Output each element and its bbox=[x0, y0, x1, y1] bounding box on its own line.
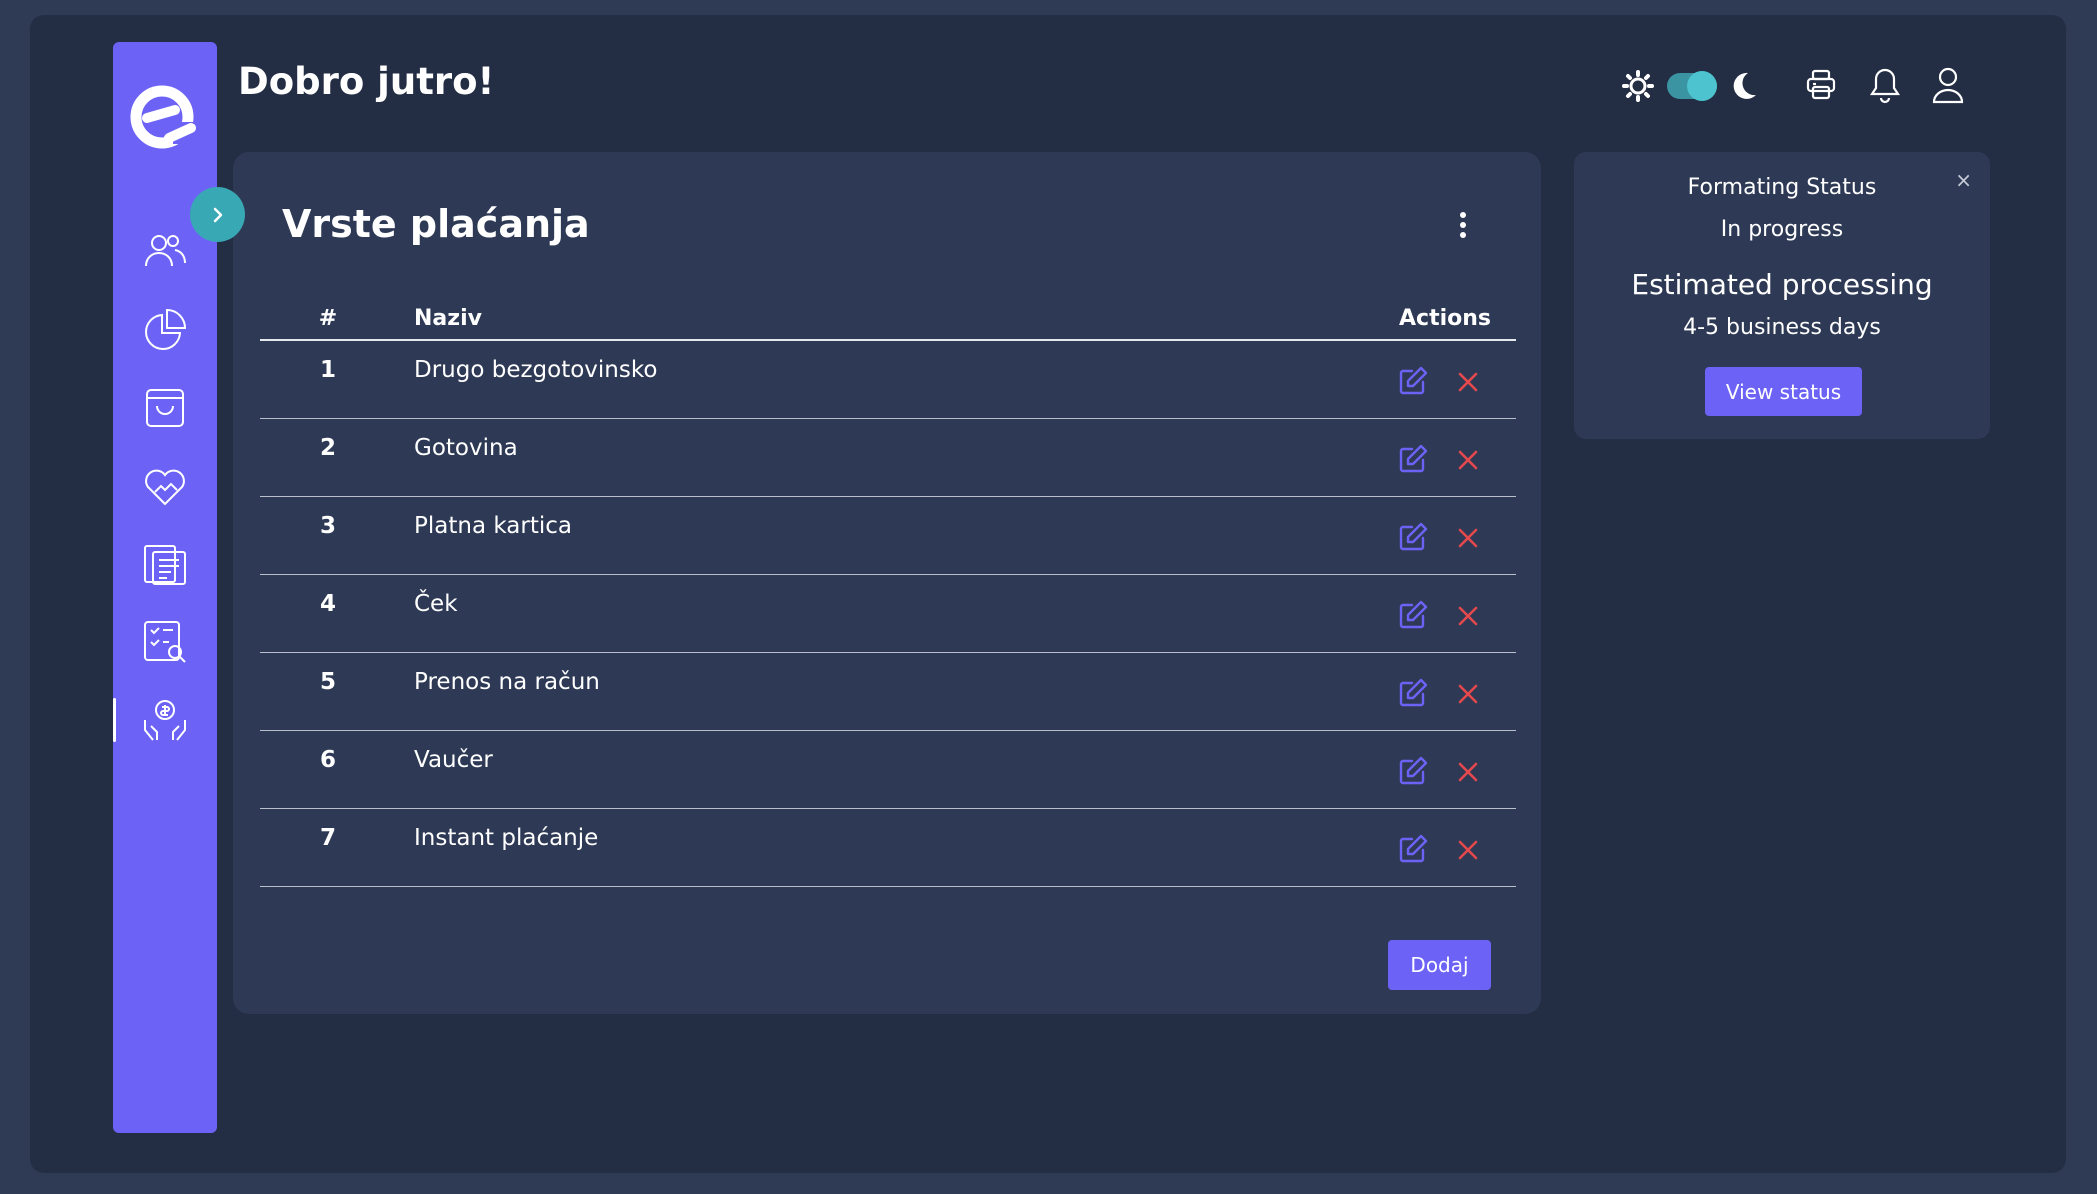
row-number: 5 bbox=[319, 669, 336, 695]
chevron-right-icon bbox=[213, 207, 222, 222]
shopping-bag-icon bbox=[146, 389, 184, 427]
table-row: 7 Instant plaćanje bbox=[260, 809, 1516, 887]
documents-icon bbox=[144, 545, 186, 585]
row-number: 7 bbox=[319, 825, 336, 851]
row-name: Gotovina bbox=[414, 435, 518, 461]
delete-icon[interactable] bbox=[1457, 605, 1479, 627]
table-row: 4 Ček bbox=[260, 575, 1516, 653]
sidebar-item-reports[interactable] bbox=[113, 298, 217, 362]
payment-types-table: # Naziv Actions 1 Drugo bezgotovinsko 2 Got… bbox=[260, 292, 1516, 887]
row-number: 3 bbox=[319, 513, 336, 539]
sidebar-expand-button[interactable] bbox=[190, 187, 245, 242]
delete-icon[interactable] bbox=[1457, 449, 1479, 471]
delete-icon[interactable] bbox=[1457, 839, 1479, 861]
table-row: 6 Vaučer bbox=[260, 731, 1516, 809]
user-icon[interactable] bbox=[1931, 66, 1965, 104]
status-panel: × Formating Status In progress Estimated… bbox=[1574, 152, 1990, 439]
bell-icon[interactable] bbox=[1868, 66, 1902, 104]
delete-icon[interactable] bbox=[1457, 371, 1479, 393]
column-header-name: Naziv bbox=[414, 306, 482, 331]
more-options-icon[interactable] bbox=[1453, 212, 1473, 242]
row-name: Drugo bezgotovinsko bbox=[414, 357, 658, 383]
edit-icon[interactable] bbox=[1397, 833, 1429, 865]
edit-icon[interactable] bbox=[1397, 443, 1429, 475]
edit-icon[interactable] bbox=[1397, 521, 1429, 553]
view-status-button[interactable]: View status bbox=[1705, 367, 1862, 416]
status-subtitle: In progress bbox=[1720, 217, 1844, 242]
payment-types-card: Vrste plaćanja # Naziv Actions 1 Drugo be… bbox=[233, 152, 1541, 1014]
sun-icon[interactable] bbox=[1622, 70, 1654, 102]
theme-toggle-knob bbox=[1687, 71, 1717, 101]
table-row: 3 Platna kartica bbox=[260, 497, 1516, 575]
column-header-number: # bbox=[318, 306, 338, 331]
row-number: 6 bbox=[319, 747, 336, 773]
status-days: 4-5 business days bbox=[1683, 315, 1881, 340]
row-number: 4 bbox=[319, 591, 336, 617]
handshake-heart-icon bbox=[145, 469, 185, 506]
table-row: 2 Gotovina bbox=[260, 419, 1516, 497]
sidebar-item-payments[interactable] bbox=[113, 688, 217, 752]
row-number: 2 bbox=[319, 435, 336, 461]
printer-icon[interactable] bbox=[1804, 68, 1838, 102]
sidebar-item-partners[interactable] bbox=[113, 454, 217, 518]
page-greeting: Dobro jutro! bbox=[238, 60, 495, 103]
edit-icon[interactable] bbox=[1397, 755, 1429, 787]
row-name: Platna kartica bbox=[414, 513, 572, 539]
checklist-search-icon bbox=[144, 621, 186, 663]
row-name: Instant plaćanje bbox=[414, 825, 599, 851]
pie-chart-icon bbox=[145, 308, 187, 350]
table-header: # Naziv Actions bbox=[260, 292, 1516, 341]
column-header-actions: Actions bbox=[1399, 306, 1491, 331]
row-name: Ček bbox=[414, 591, 458, 617]
sidebar-item-shop[interactable] bbox=[113, 376, 217, 440]
table-row: 1 Drugo bezgotovinsko bbox=[260, 341, 1516, 419]
status-title: Formating Status bbox=[1687, 175, 1877, 200]
theme-toggle[interactable] bbox=[1667, 71, 1717, 101]
row-name: Prenos na račun bbox=[414, 669, 600, 695]
sidebar-item-documents[interactable] bbox=[113, 532, 217, 596]
hands-coin-icon bbox=[144, 700, 186, 741]
edit-icon[interactable] bbox=[1397, 677, 1429, 709]
add-button[interactable]: Dodaj bbox=[1388, 940, 1491, 990]
moon-icon[interactable] bbox=[1728, 70, 1758, 102]
edit-icon[interactable] bbox=[1397, 365, 1429, 397]
row-name: Vaučer bbox=[414, 747, 493, 773]
edit-icon[interactable] bbox=[1397, 599, 1429, 631]
status-heading: Estimated processing bbox=[1631, 268, 1933, 301]
table-row: 5 Prenos na račun bbox=[260, 653, 1516, 731]
card-title: Vrste plaćanja bbox=[282, 202, 590, 246]
delete-icon[interactable] bbox=[1457, 761, 1479, 783]
delete-icon[interactable] bbox=[1457, 527, 1479, 549]
users-icon bbox=[145, 235, 186, 267]
row-number: 1 bbox=[319, 357, 336, 383]
logo-icon bbox=[130, 85, 201, 149]
delete-icon[interactable] bbox=[1457, 683, 1479, 705]
sidebar-item-audit[interactable] bbox=[113, 610, 217, 674]
